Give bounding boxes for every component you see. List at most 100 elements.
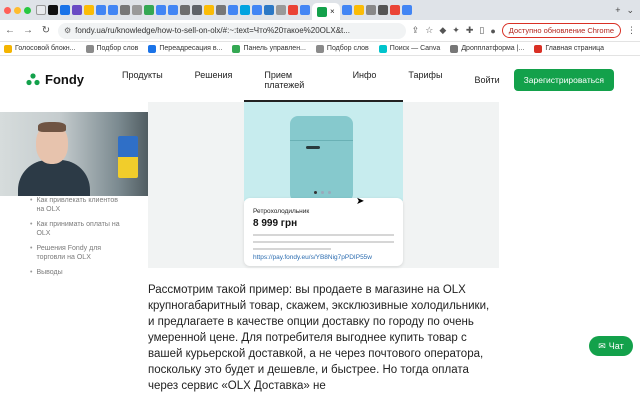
tab-favicon[interactable] xyxy=(264,5,274,15)
tab-favicon[interactable] xyxy=(192,5,202,15)
tab-favicon[interactable] xyxy=(48,5,58,15)
fondy-logo[interactable]: Fondy xyxy=(26,72,84,87)
tab-favicon[interactable] xyxy=(228,5,238,15)
chat-bubble-icon: ✉ xyxy=(598,340,606,351)
tab-favicon[interactable] xyxy=(276,5,286,15)
product-image xyxy=(244,100,403,202)
tab-favicon[interactable] xyxy=(180,5,190,15)
forward-arrow-icon[interactable]: → xyxy=(22,25,34,36)
chat-label: Чат xyxy=(608,341,624,351)
bookmark-icon xyxy=(4,44,12,53)
extension-icon[interactable]: ✦ xyxy=(452,25,460,36)
browser-tab-strip: × + ⌄ xyxy=(0,0,640,20)
webcam-overlay xyxy=(0,112,148,196)
tab-favicon[interactable] xyxy=(216,5,226,15)
bookmark-icon xyxy=(232,44,241,53)
tab-favicon[interactable] xyxy=(132,5,142,15)
tab-favicon[interactable] xyxy=(120,5,130,15)
bookmark-item[interactable]: Переадресация в... xyxy=(148,44,222,53)
toc-item[interactable]: • Выводы xyxy=(30,268,120,277)
share-icon[interactable]: ⇪ xyxy=(412,25,420,36)
bookmark-item[interactable]: Поиск — Canva xyxy=(378,44,440,53)
article-paragraph: Рассмотрим такой пример: вы продаете в м… xyxy=(148,284,490,392)
tab-favicon[interactable] xyxy=(240,5,250,15)
tab-close-icon[interactable]: × xyxy=(330,7,335,16)
flag-image xyxy=(118,136,138,178)
address-bar[interactable]: ⚙ fondy.ua/ru/knowledge/how-to-sell-on-o… xyxy=(58,22,406,39)
signup-button[interactable]: Зарегистрироваться xyxy=(513,68,614,91)
bookmark-item[interactable]: Дропплатформа |... xyxy=(450,44,524,53)
mouse-cursor-icon: ➤ xyxy=(356,196,365,207)
bookmark-star-icon[interactable]: ☆ xyxy=(425,25,433,36)
product-name: Ретрохолодильник xyxy=(253,208,310,215)
bookmark-icon xyxy=(450,44,459,53)
bookmark-icon xyxy=(85,44,94,53)
minimize-window-button[interactable] xyxy=(14,6,21,14)
profile-avatar-icon[interactable]: ● xyxy=(490,26,495,36)
tab-favicon[interactable] xyxy=(300,5,310,15)
tab-favicon[interactable] xyxy=(365,5,376,15)
bookmark-item[interactable]: Подбор слов xyxy=(315,44,369,53)
nav-payments[interactable]: Прием платежей xyxy=(264,70,320,90)
tab-favicon[interactable] xyxy=(377,5,388,15)
login-link[interactable]: Войти xyxy=(474,75,499,85)
menu-dots-icon[interactable]: ⋮ xyxy=(627,25,636,36)
site-info-icon[interactable]: ⚙ xyxy=(64,26,71,35)
back-arrow-icon[interactable]: ← xyxy=(4,25,16,36)
chat-button[interactable]: ✉ Чат xyxy=(589,336,633,356)
tab-favicon[interactable] xyxy=(252,5,262,15)
brand-name: Fondy xyxy=(45,72,84,87)
puzzle-icon[interactable]: ✚ xyxy=(466,25,474,36)
close-window-button[interactable] xyxy=(4,6,11,14)
new-tab-button[interactable]: + xyxy=(615,5,620,16)
nav-pricing[interactable]: Тарифы xyxy=(408,70,442,90)
tab-favicon[interactable] xyxy=(144,5,154,15)
tab-favicon[interactable] xyxy=(288,5,298,15)
tab-favicon[interactable] xyxy=(168,5,178,15)
fridge-image xyxy=(290,116,353,202)
toc-item[interactable]: • Как привлекать клиентов на OLX xyxy=(30,196,120,214)
tab-favicon[interactable] xyxy=(72,5,82,15)
tab-favicon[interactable] xyxy=(341,5,352,15)
active-tab[interactable]: × xyxy=(312,3,340,20)
maximize-window-button[interactable] xyxy=(24,6,31,14)
tab-favicon[interactable] xyxy=(401,5,412,15)
url-text: fondy.ua/ru/knowledge/how-to-sell-on-olx… xyxy=(75,26,350,35)
bookmark-item[interactable]: Голосовой блокн... xyxy=(4,44,76,53)
nav-info[interactable]: Инфо xyxy=(353,70,377,90)
tab-favicon[interactable] xyxy=(204,5,214,15)
reload-icon[interactable]: ↻ xyxy=(40,25,52,36)
bookmark-item[interactable]: Панель управлен... xyxy=(232,44,306,53)
chrome-update-button[interactable]: Доступно обновление Chrome xyxy=(501,23,621,38)
tab-favicon[interactable] xyxy=(84,5,94,15)
bookmark-icon xyxy=(315,44,324,53)
tab-favicon[interactable] xyxy=(60,5,70,15)
product-card: Ретрохолодильник 8 999 грн https://pay.f… xyxy=(244,198,403,266)
toc-item[interactable]: • Решения Fondy для торговли на OLX xyxy=(30,244,120,262)
window-controls xyxy=(4,6,31,14)
fondy-logo-icon xyxy=(26,73,40,86)
fondy-favicon-icon xyxy=(317,6,327,17)
tab-favicon[interactable] xyxy=(389,5,400,15)
bookmarks-bar: Голосовой блокн... Подбор слов Переадрес… xyxy=(0,42,640,56)
nav-solutions[interactable]: Решения xyxy=(195,70,233,90)
sidebar-icon[interactable]: ▯ xyxy=(479,25,484,36)
article-body: Рассмотрим такой пример: вы продаете в м… xyxy=(148,282,498,394)
tab-favicon[interactable] xyxy=(36,5,46,15)
tab-favicon[interactable] xyxy=(156,5,166,15)
bookmark-icon xyxy=(378,44,387,53)
payment-link[interactable]: https://pay.fondy.eu/s/YB8Nig7pPDIP55w xyxy=(253,254,394,261)
extension-icon[interactable]: ◆ xyxy=(439,25,446,36)
toc-item[interactable]: • Как принимать оплаты на OLX xyxy=(30,220,120,238)
tab-favicon[interactable] xyxy=(108,5,118,15)
product-price: 8 999 грн xyxy=(253,218,298,229)
site-header: Fondy Продукты Решения Прием платежей Ин… xyxy=(0,57,640,102)
tab-favicon[interactable] xyxy=(96,5,106,15)
bookmark-item[interactable]: Главная страница xyxy=(534,44,604,53)
bookmark-item[interactable]: Подбор слов xyxy=(85,44,138,53)
carousel-dots xyxy=(314,191,331,194)
tab-favicon[interactable] xyxy=(353,5,364,15)
bookmark-icon xyxy=(534,44,543,53)
nav-products[interactable]: Продукты xyxy=(122,70,163,90)
tab-search-button[interactable]: ⌄ xyxy=(626,5,634,16)
